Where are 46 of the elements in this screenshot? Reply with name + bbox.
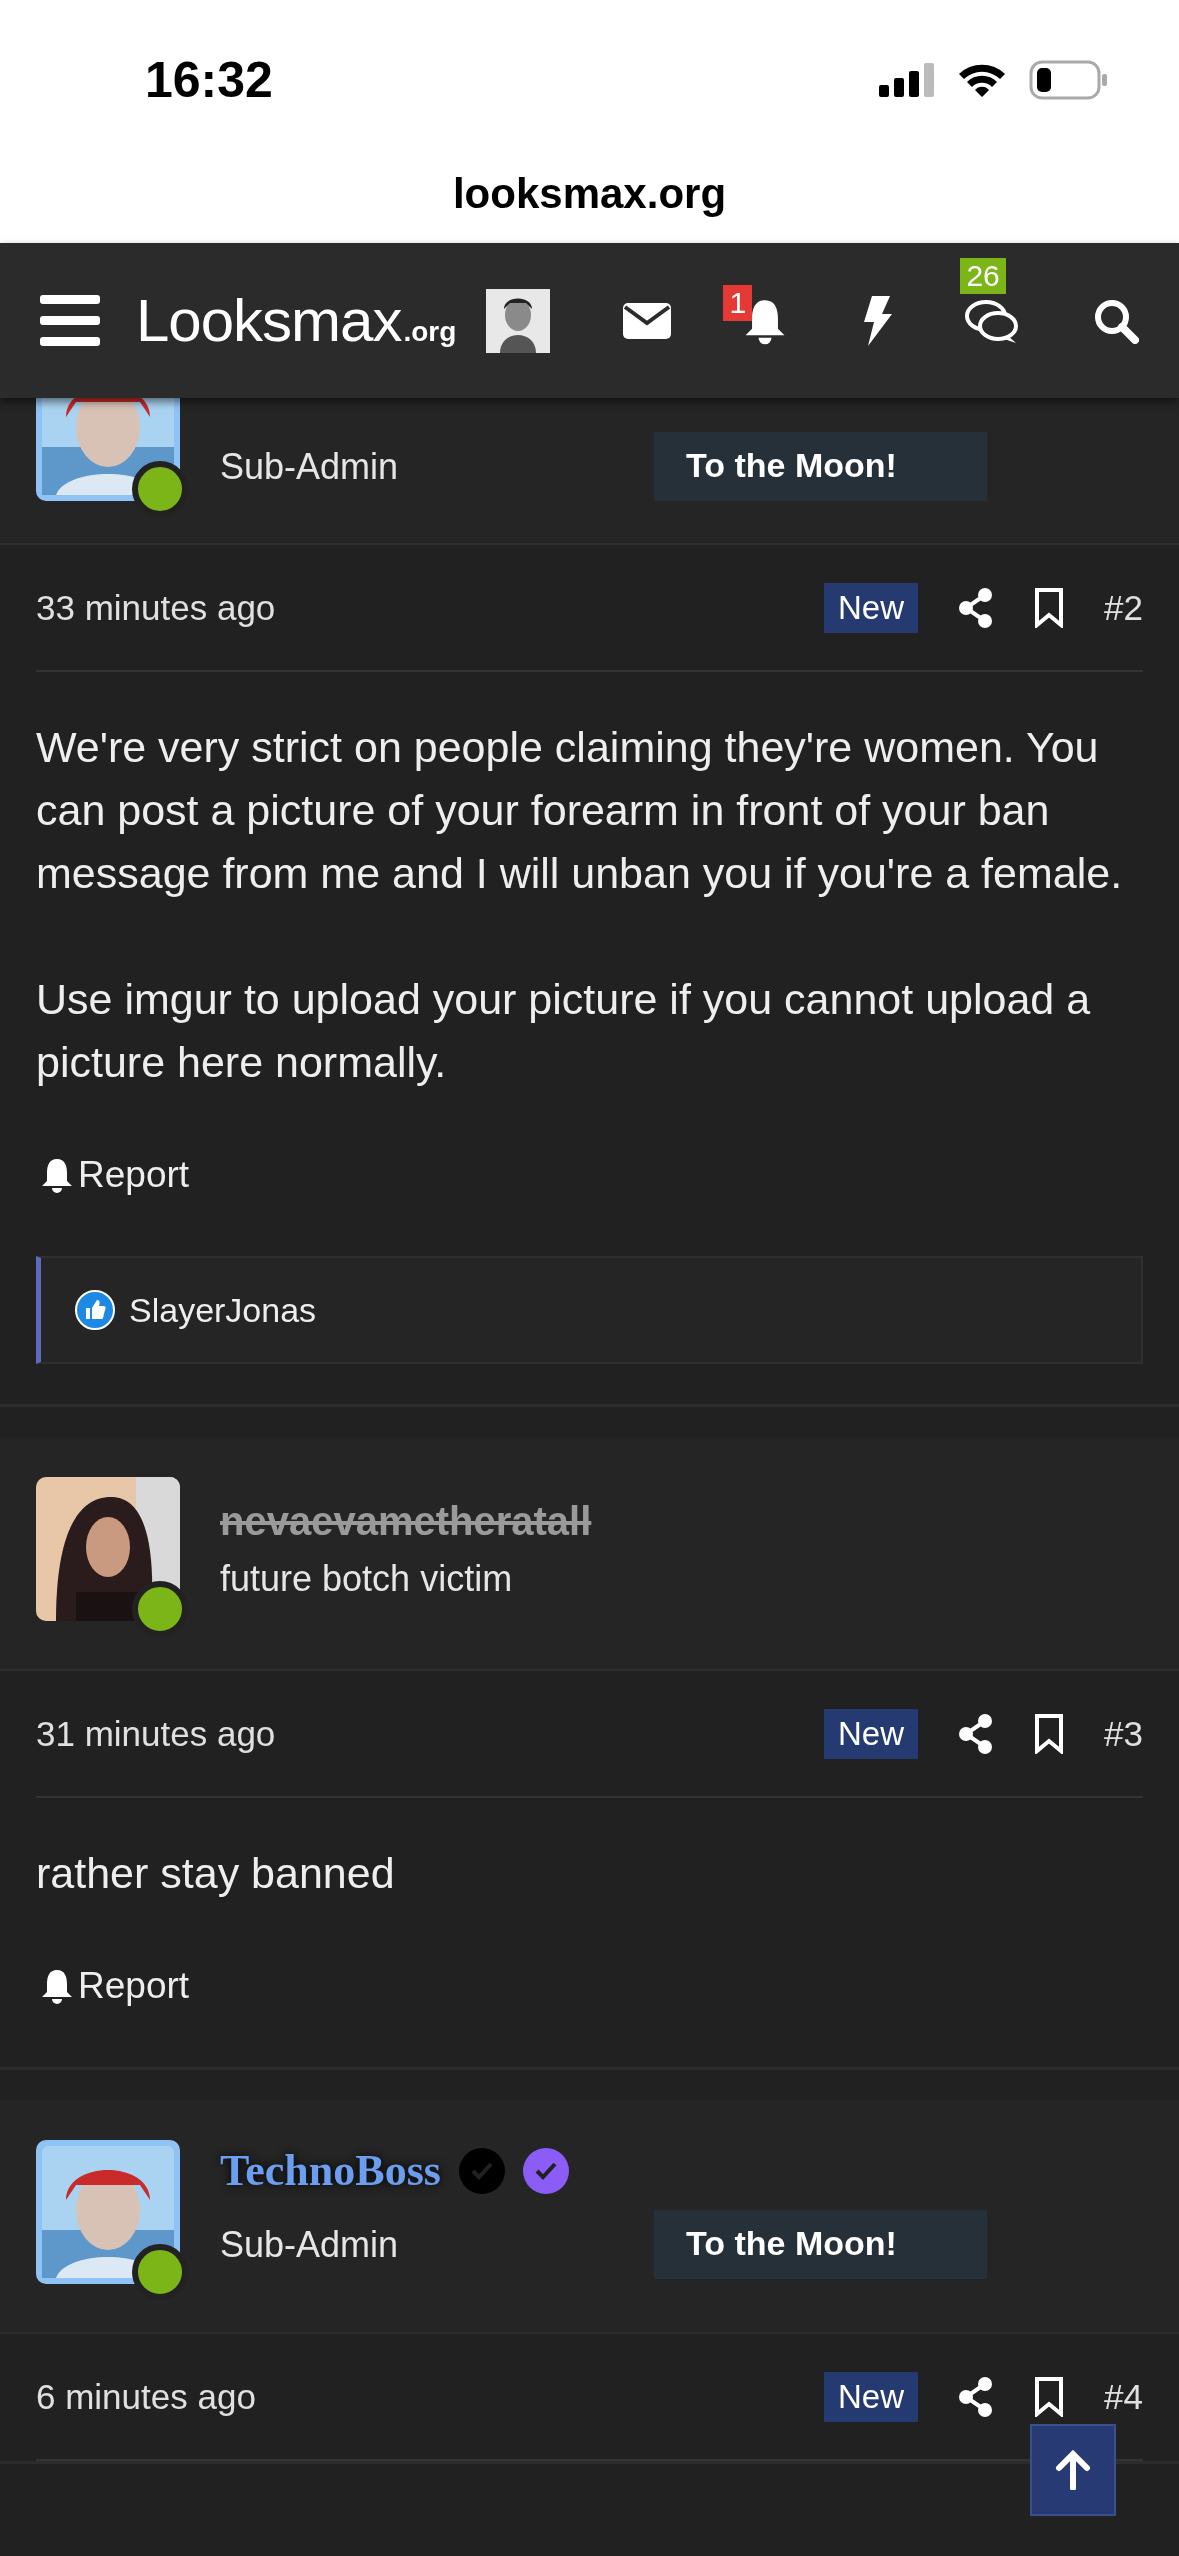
- bell-icon: [40, 1157, 74, 1193]
- post-text: Use imgur to upload your picture if you cannot upload a picture here normally.: [36, 974, 1092, 1088]
- post-number[interactable]: #3: [1104, 1713, 1143, 1754]
- share-icon[interactable]: [958, 1713, 995, 1754]
- post-text: rather stay banned: [36, 1848, 396, 1899]
- chat-icon[interactable]: [964, 297, 1021, 344]
- post-time[interactable]: 33 minutes ago: [36, 587, 276, 628]
- bookmark-icon[interactable]: [1034, 587, 1065, 628]
- bookmark-icon[interactable]: [1034, 2376, 1065, 2417]
- menu-icon[interactable]: [40, 294, 100, 347]
- post-number[interactable]: #4: [1104, 2376, 1143, 2417]
- alerts-badge: 1: [723, 284, 753, 321]
- signal-icon: [879, 63, 935, 97]
- new-label: New: [824, 582, 919, 633]
- site-logo[interactable]: Looksmax: [136, 286, 402, 355]
- user-banner: To the Moon!: [654, 432, 987, 501]
- like-icon: [75, 1290, 115, 1330]
- post-number[interactable]: #2: [1104, 587, 1143, 628]
- username[interactable]: nevaevametheratall: [220, 1498, 592, 1544]
- report-button[interactable]: Report: [40, 1154, 190, 1196]
- wifi-icon: [957, 62, 1007, 98]
- conversations-badge: 26: [960, 257, 1006, 294]
- post-text: We're very strict on people claiming they're women. You can post a picture of your forearm in front of your ban message from me and I will unban you if you're a female.: [36, 722, 1124, 899]
- user-banner: To the Moon!: [654, 2210, 987, 2279]
- user-title: Sub-Admin: [220, 2223, 400, 2266]
- post-time[interactable]: 6 minutes ago: [36, 2376, 256, 2417]
- bookmark-icon[interactable]: [1034, 1713, 1065, 1754]
- url-text[interactable]: looksmax.org: [452, 170, 727, 218]
- new-label: New: [824, 2371, 919, 2422]
- share-icon[interactable]: [958, 587, 995, 628]
- report-button[interactable]: Report: [40, 1965, 190, 2007]
- logo-suffix: .org: [403, 316, 457, 348]
- bell-icon: [40, 1968, 74, 2004]
- user-title: Sub-Admin: [220, 445, 400, 488]
- new-label: New: [824, 1708, 919, 1759]
- search-icon[interactable]: [1092, 297, 1139, 344]
- battery-icon: [1029, 60, 1109, 100]
- share-icon[interactable]: [958, 2376, 995, 2417]
- reaction-users[interactable]: SlayerJonas: [129, 1290, 317, 1330]
- arrow-up-icon: [1055, 2450, 1091, 2490]
- username[interactable]: TechnoBoss: [220, 2145, 441, 2196]
- status-time: 16:32: [145, 51, 273, 109]
- user-title: future botch victim: [220, 1557, 514, 1600]
- post-time[interactable]: 31 minutes ago: [36, 1713, 276, 1754]
- mail-icon[interactable]: [622, 302, 671, 339]
- scroll-top-button[interactable]: [1030, 2424, 1116, 2516]
